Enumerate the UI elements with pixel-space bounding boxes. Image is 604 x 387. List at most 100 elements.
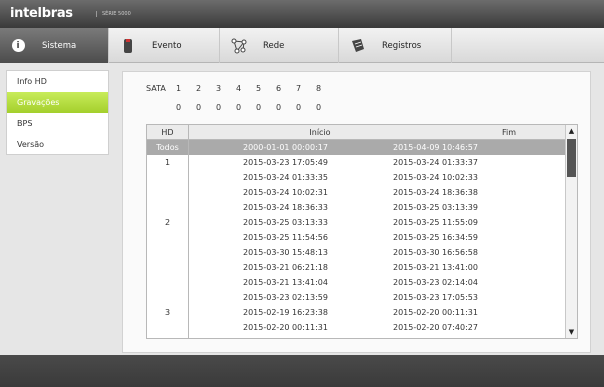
cell-fim: 2015-03-21 13:41:00 [393,263,478,272]
sata-count: 0 [236,103,242,112]
cell-hd [147,230,189,245]
cell-inicio: 2015-03-23 02:13:59 [243,293,328,302]
table-row[interactable]: 2015-03-24 10:02:31 2015-03-24 18:36:38 [147,185,577,200]
status-bar [0,355,604,387]
cell-inicio: 2015-02-19 16:23:38 [243,308,328,317]
sata-count: 0 [176,103,182,112]
cell-inicio: 2015-03-24 01:33:35 [243,173,328,182]
cell-fim: 2015-02-20 13:35:37 [379,335,529,338]
tab-label: Rede [263,40,285,51]
header-hd: HD [147,125,189,139]
info-icon: i [10,38,26,54]
cell-fim: 2015-03-25 11:55:09 [393,218,478,227]
sidebar-item-info-hd[interactable]: Info HD [7,71,108,92]
table-header: HD Início Fim [147,125,577,140]
cell-inicio: 2015-03-23 17:05:49 [243,158,328,167]
tab-label: Sistema [42,40,77,51]
cell-inicio: 2015-03-24 18:36:33 [243,203,328,212]
cell-fim: 2015-03-30 16:56:58 [393,248,478,257]
scroll-thumb[interactable] [567,139,576,177]
sata-count: 0 [216,103,222,112]
cell-hd: 3 [147,305,189,320]
tab-rede[interactable]: Rede [221,28,339,63]
sata-count: 0 [276,103,282,112]
sata-port: 2 [196,84,202,93]
cell-hd [147,170,189,185]
tab-sistema[interactable]: i Sistema [0,28,109,63]
cell-fim: 2015-04-09 10:46:57 [393,143,478,152]
cell-hd [147,245,189,260]
cell-fim: 2015-03-24 10:02:33 [393,173,478,182]
sata-label: SATA [146,84,166,93]
sidebar-item-gravacoes[interactable]: Gravações [7,92,108,113]
sata-port: 7 [296,84,302,93]
cell-hd: Todos [147,140,189,155]
cell-fim: 2015-02-20 07:40:27 [393,323,478,332]
network-icon [231,38,247,54]
sata-port: 1 [176,84,182,93]
cell-fim: 2015-02-20 00:11:31 [393,308,478,317]
table-row[interactable]: 2015-03-30 15:48:13 2015-03-30 16:56:58 [147,245,577,260]
table-row[interactable]: Todos 2000-01-01 00:00:17 2015-04-09 10:46… [147,140,577,155]
main-tab-bar: i Sistema Evento Rede Registros [0,28,604,63]
sidebar-item-versao[interactable]: Versão [7,134,108,155]
table-row[interactable]: 2015-02-20 07:40:242015-02-20 13:35:37 [147,335,577,338]
sata-count: 0 [316,103,322,112]
sata-count: 0 [296,103,302,112]
cell-hd: 1 [147,155,189,170]
table-body: Todos 2000-01-01 00:00:17 2015-04-09 10:46… [147,140,577,338]
cell-inicio: 2000-01-01 00:00:17 [243,143,328,152]
cell-fim: 2015-03-24 01:33:37 [393,158,478,167]
event-icon [120,38,136,54]
sata-port: 8 [316,84,322,93]
header-inicio: Início [309,128,331,137]
table-row[interactable]: 2015-03-21 13:41:04 2015-03-23 02:14:04 [147,275,577,290]
cell-fim: 2015-03-25 16:34:59 [393,233,478,242]
sata-ports-row: SATA 1 2 3 4 5 6 7 8 [146,84,336,93]
cell-fim: 2015-03-25 03:13:39 [393,203,478,212]
cell-hd [147,290,189,305]
cell-hd [147,200,189,215]
cell-inicio: 2015-03-25 11:54:56 [243,233,328,242]
sata-count: 0 [256,103,262,112]
cell-hd: 2 [147,215,189,230]
table-row[interactable]: 2015-03-24 18:36:33 2015-03-25 03:13:39 [147,200,577,215]
cell-inicio: 2015-03-21 13:41:04 [243,278,328,287]
tab-registros[interactable]: Registros [340,28,452,63]
sata-port: 3 [216,84,222,93]
table-row[interactable]: 3 2015-02-19 16:23:38 2015-02-20 00:11:31 [147,305,577,320]
table-row[interactable]: 2015-02-20 00:11:31 2015-02-20 07:40:27 [147,320,577,335]
table-row[interactable]: 2015-03-24 01:33:35 2015-03-24 10:02:33 [147,170,577,185]
cell-inicio: 2015-02-20 07:40:24 [189,335,379,338]
table-scrollbar[interactable]: ▲ ▼ [565,125,577,338]
cell-inicio: 2015-03-24 10:02:31 [243,188,328,197]
series-label: SÉRIE 5000 [96,11,131,17]
log-icon [350,38,366,54]
table-row[interactable]: 2 2015-03-25 03:13:33 2015-03-25 11:55:09 [147,215,577,230]
cell-fim: 2015-03-23 02:14:04 [393,278,478,287]
sidebar-menu: Info HD Gravações BPS Versão [6,70,109,155]
brand-logo: intelbras [10,6,73,21]
sata-count: 0 [196,103,202,112]
tab-label: Registros [382,40,422,51]
scroll-up-icon[interactable]: ▲ [566,125,577,137]
cell-fim: 2015-03-24 18:36:38 [393,188,478,197]
recordings-table: HD Início Fim Todos 2000-01-01 00:00:17 20… [146,124,578,339]
sidebar-item-bps[interactable]: BPS [7,113,108,134]
cell-inicio: 2015-03-25 03:13:33 [243,218,328,227]
tab-label: Evento [152,40,182,51]
cell-hd [147,260,189,275]
title-bar: intelbras SÉRIE 5000 [0,0,604,28]
header-fim: Fim [501,128,517,137]
cell-inicio: 2015-03-21 06:21:18 [243,263,328,272]
tab-evento[interactable]: Evento [110,28,220,63]
table-row[interactable]: 2015-03-23 02:13:59 2015-03-23 17:05:53 [147,290,577,305]
scroll-down-icon[interactable]: ▼ [566,326,577,338]
table-row[interactable]: 2015-03-25 11:54:56 2015-03-25 16:34:59 [147,230,577,245]
table-row[interactable]: 2015-03-21 06:21:18 2015-03-21 13:41:00 [147,260,577,275]
recordings-panel: SATA 1 2 3 4 5 6 7 8 0 0 0 0 0 0 0 0 HD … [122,71,591,353]
table-row[interactable]: 1 2015-03-23 17:05:49 2015-03-24 01:33:37 [147,155,577,170]
cell-inicio: 2015-03-30 15:48:13 [243,248,328,257]
cell-hd [147,335,189,338]
sata-port: 4 [236,84,242,93]
